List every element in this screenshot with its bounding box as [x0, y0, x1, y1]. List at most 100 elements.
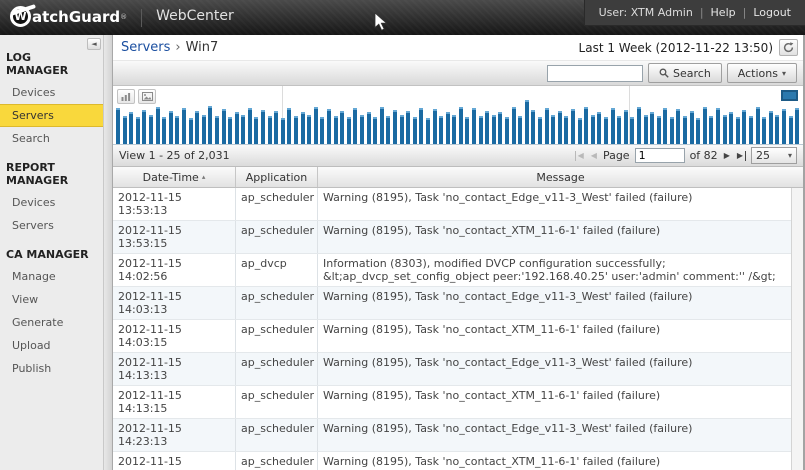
watchguard-logo-circle: W [10, 6, 31, 27]
table-row[interactable]: 2012-11-15 14:23:13ap_schedulerWarning (… [113, 419, 791, 452]
chart-bar [756, 107, 760, 144]
toolbar-row: Search Actions ▾ [113, 60, 803, 86]
chart-bar [571, 109, 575, 144]
pager-controls: ◀ ◀ Page of 82 ▶ ▶ 25 ▾ [575, 147, 797, 164]
chart-bar [129, 112, 133, 144]
table-row[interactable]: 2012-11-15 13:53:15ap_schedulerWarning (… [113, 221, 791, 254]
sidebar-splitter[interactable] [103, 35, 113, 470]
chart-bar [624, 110, 628, 144]
sidebar-collapse-button[interactable]: ◄ [87, 38, 101, 50]
sidebar-nav: ◄ LOG MANAGERDevicesServersSearchREPORT … [0, 35, 103, 470]
cell-message: Warning (8195), Task 'no_contact_Edge_v1… [318, 188, 791, 220]
chart-bar [650, 112, 654, 144]
sidebar-item-ca-view[interactable]: View [0, 288, 103, 311]
column-header-label: Application [246, 171, 307, 184]
column-header-date-time[interactable]: Date-Time ▴ [113, 167, 236, 187]
chart-bar [578, 118, 582, 144]
chart-bar [149, 115, 153, 144]
chart-bar [703, 107, 707, 144]
sidebar-item-log-search[interactable]: Search [0, 127, 103, 150]
chart-bar [505, 117, 509, 144]
chart-bar [696, 118, 700, 144]
first-page-icon[interactable]: ◀ [575, 151, 585, 161]
brand-text: atchGuard [32, 8, 120, 26]
page-size-value: 25 [756, 149, 770, 162]
chart-bar [347, 117, 351, 144]
table-row[interactable]: 2012-11-15 13:53:13ap_schedulerWarning (… [113, 188, 791, 221]
chart-bar [426, 118, 430, 144]
vertical-scrollbar[interactable] [791, 188, 803, 470]
chevron-down-icon: ▾ [782, 69, 786, 78]
chart-bar [169, 111, 173, 144]
product-title: WebCenter [156, 0, 234, 24]
table-row[interactable]: 2012-11-15 14:03:15ap_schedulerWarning (… [113, 320, 791, 353]
sidebar-item-log-servers[interactable]: Servers [0, 104, 103, 127]
chart-type-button[interactable] [117, 89, 135, 104]
topbar-divider [141, 9, 142, 27]
bar-chart-icon [121, 92, 131, 101]
next-page-icon[interactable]: ▶ [723, 151, 731, 161]
sidebar-item-report-servers[interactable]: Servers [0, 214, 103, 237]
logout-link[interactable]: Logout [753, 6, 791, 19]
sidebar-item-ca-manage[interactable]: Manage [0, 265, 103, 288]
chart-bar [215, 116, 219, 144]
table-row[interactable]: 2012-11-15 14:13:15ap_schedulerWarning (… [113, 386, 791, 419]
chart-bar [525, 100, 529, 144]
refresh-button[interactable] [779, 39, 798, 56]
chart-bar [222, 109, 226, 144]
chart-bar [235, 112, 239, 144]
table-row[interactable]: 2012-11-15 14:13:13ap_schedulerWarning (… [113, 353, 791, 386]
actions-button-label: Actions [738, 67, 778, 80]
previous-page-icon[interactable]: ◀ [590, 151, 598, 161]
chart-bar [248, 108, 252, 144]
actions-button[interactable]: Actions ▾ [727, 63, 797, 83]
help-link[interactable]: Help [711, 6, 736, 19]
chart-bar [749, 116, 753, 144]
table-row[interactable]: 2012-11-15 14:02:56ap_dvcpInformation (8… [113, 254, 791, 287]
page-size-select[interactable]: 25 ▾ [751, 147, 797, 164]
chart-bar [736, 117, 740, 144]
chart-bars [116, 98, 800, 144]
chart-bar [202, 115, 206, 144]
chart-bar [182, 108, 186, 144]
chart-bar [400, 115, 404, 144]
cell-application: ap_scheduler [236, 320, 318, 352]
chart-bar [320, 117, 324, 144]
chart-bar [729, 112, 733, 144]
sidebar-item-ca-publish[interactable]: Publish [0, 357, 103, 380]
chart-bar [327, 109, 331, 144]
table-row[interactable]: 2012-11-15 14:03:13ap_schedulerWarning (… [113, 287, 791, 320]
chart-bar [406, 111, 410, 144]
sidebar-item-report-devices[interactable]: Devices [0, 191, 103, 214]
chart-bar [617, 116, 621, 144]
search-button-label: Search [673, 67, 711, 80]
table-body: 2012-11-15 13:53:13ap_schedulerWarning (… [113, 188, 803, 470]
chart-bar [208, 106, 212, 144]
save-chart-image-button[interactable] [138, 89, 156, 104]
cell-application: ap_scheduler [236, 386, 318, 418]
chart-bar [162, 117, 166, 144]
chart-bar [433, 109, 437, 144]
chart-bar [479, 116, 483, 144]
chart-bar [657, 116, 661, 144]
page-number-input[interactable] [635, 148, 685, 163]
sidebar-item-log-devices[interactable]: Devices [0, 81, 103, 104]
sidebar-item-ca-generate[interactable]: Generate [0, 311, 103, 334]
chart-bar [670, 117, 674, 144]
search-button[interactable]: Search [648, 63, 722, 83]
chart-bar [789, 116, 793, 144]
column-header-application[interactable]: Application [236, 167, 318, 187]
table-row[interactable]: 2012-11-15 14:23:15ap_schedulerWarning (… [113, 452, 791, 470]
column-header-message[interactable]: Message [318, 167, 803, 187]
chart-bar [591, 115, 595, 144]
chart-bar [492, 115, 496, 144]
chart-bar [538, 117, 542, 144]
cell-message: Warning (8195), Task 'no_contact_Edge_v1… [318, 353, 791, 385]
breadcrumb-servers-link[interactable]: Servers [121, 40, 170, 55]
sidebar-item-ca-upload[interactable]: Upload [0, 334, 103, 357]
breadcrumb-current: Win7 [186, 40, 219, 55]
last-page-icon[interactable]: ▶ [736, 151, 746, 161]
search-input[interactable] [547, 65, 643, 82]
chart-bar [716, 108, 720, 144]
chart-bar [611, 108, 615, 144]
